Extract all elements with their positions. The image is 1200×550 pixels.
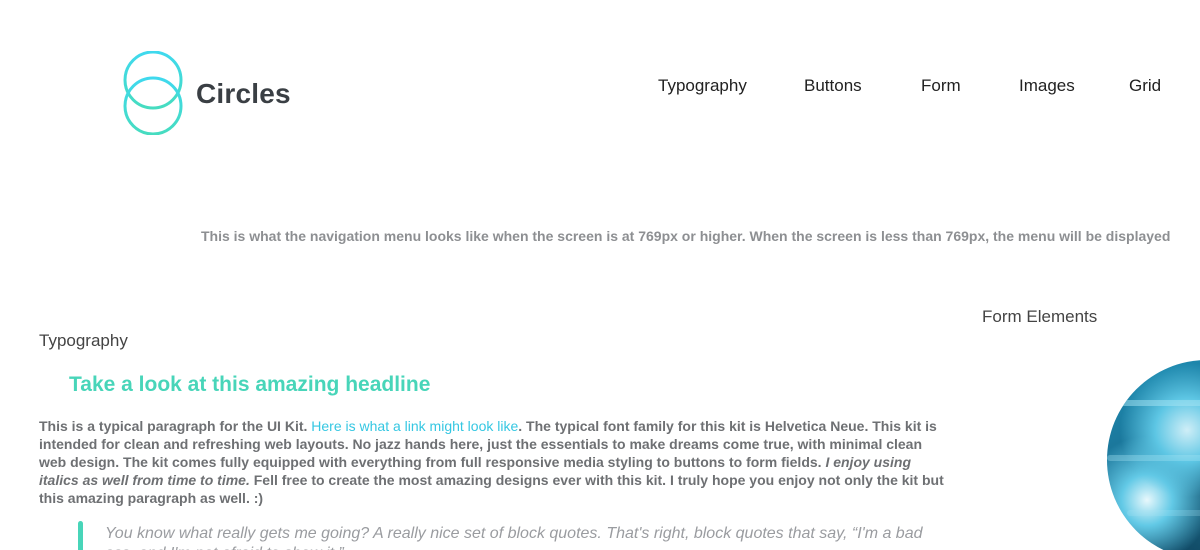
sample-headline: Take a look at this amazing headline <box>69 373 431 396</box>
blockquote-bar <box>78 521 83 550</box>
page: Circles Typography Buttons Form Images G… <box>0 0 1200 550</box>
nav-item-form[interactable]: Form <box>921 76 961 96</box>
nav-item-typography[interactable]: Typography <box>658 76 747 96</box>
ocean-wave-image <box>1107 360 1200 550</box>
sample-blockquote: You know what really gets me going? A re… <box>105 525 923 550</box>
paragraph-intro: This is a typical paragraph for the UI K… <box>39 418 312 434</box>
form-elements-section-title: Form Elements <box>982 307 1098 326</box>
wave-highlight <box>1127 510 1200 516</box>
nav-item-buttons[interactable]: Buttons <box>804 76 862 96</box>
nav-info-text: This is what the navigation menu looks l… <box>201 228 1171 244</box>
sample-link[interactable]: Here is what a link might look like <box>311 418 518 434</box>
typography-section-title: Typography <box>39 331 128 350</box>
nav-item-images[interactable]: Images <box>1019 76 1075 96</box>
sample-paragraph: This is a typical paragraph for the UI K… <box>39 417 951 507</box>
wave-highlight <box>1117 400 1200 406</box>
wave-highlight <box>1107 455 1200 461</box>
nav-item-grid[interactable]: Grid <box>1129 76 1161 96</box>
main-nav: Typography Buttons Form Images Grid <box>0 76 1200 100</box>
